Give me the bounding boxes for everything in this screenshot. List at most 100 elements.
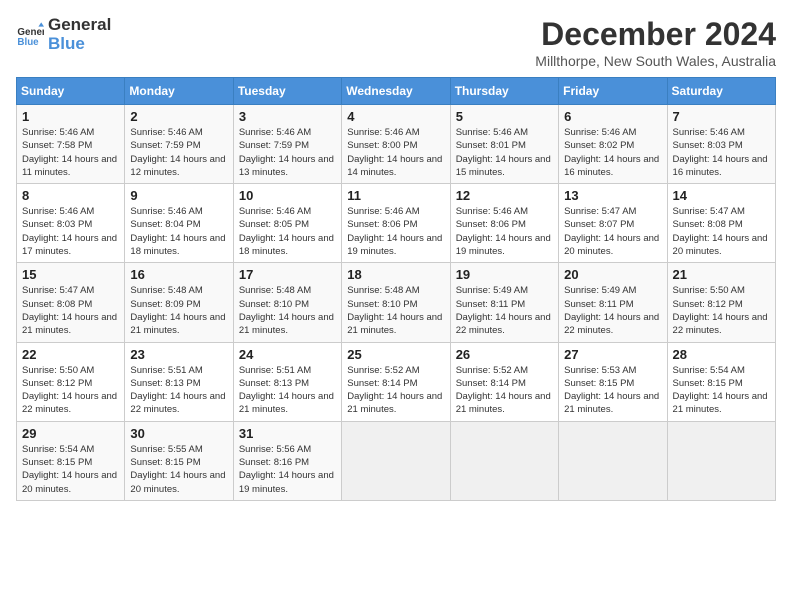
svg-text:Blue: Blue (17, 36, 39, 47)
calendar-cell: 11 Sunrise: 5:46 AM Sunset: 8:06 PM Dayl… (342, 184, 450, 263)
day-number: 30 (130, 426, 227, 441)
calendar-cell (450, 421, 558, 500)
header-cell-sunday: Sunday (17, 78, 125, 105)
calendar-cell: 3 Sunrise: 5:46 AM Sunset: 7:59 PM Dayli… (233, 105, 341, 184)
day-number: 9 (130, 188, 227, 203)
day-detail: Sunrise: 5:52 AM Sunset: 8:14 PM Dayligh… (347, 364, 444, 417)
logo-text-block: General Blue (48, 16, 111, 53)
header-cell-friday: Friday (559, 78, 667, 105)
logo-general: General (48, 16, 111, 35)
day-detail: Sunrise: 5:56 AM Sunset: 8:16 PM Dayligh… (239, 443, 336, 496)
day-detail: Sunrise: 5:47 AM Sunset: 8:08 PM Dayligh… (22, 284, 119, 337)
day-detail: Sunrise: 5:46 AM Sunset: 8:02 PM Dayligh… (564, 126, 661, 179)
calendar-cell (342, 421, 450, 500)
month-title: December 2024 (535, 16, 776, 53)
calendar-cell: 21 Sunrise: 5:50 AM Sunset: 8:12 PM Dayl… (667, 263, 775, 342)
day-number: 11 (347, 188, 444, 203)
logo: General Blue General Blue (16, 16, 111, 53)
calendar-cell: 26 Sunrise: 5:52 AM Sunset: 8:14 PM Dayl… (450, 342, 558, 421)
day-number: 14 (673, 188, 770, 203)
day-number: 3 (239, 109, 336, 124)
day-detail: Sunrise: 5:53 AM Sunset: 8:15 PM Dayligh… (564, 364, 661, 417)
page-header: General Blue General Blue December 2024 … (16, 16, 776, 69)
day-number: 1 (22, 109, 119, 124)
calendar-cell: 24 Sunrise: 5:51 AM Sunset: 8:13 PM Dayl… (233, 342, 341, 421)
calendar-table: SundayMondayTuesdayWednesdayThursdayFrid… (16, 77, 776, 501)
day-number: 7 (673, 109, 770, 124)
calendar-cell: 23 Sunrise: 5:51 AM Sunset: 8:13 PM Dayl… (125, 342, 233, 421)
day-number: 19 (456, 267, 553, 282)
day-detail: Sunrise: 5:49 AM Sunset: 8:11 PM Dayligh… (564, 284, 661, 337)
day-number: 20 (564, 267, 661, 282)
day-number: 25 (347, 347, 444, 362)
calendar-cell: 8 Sunrise: 5:46 AM Sunset: 8:03 PM Dayli… (17, 184, 125, 263)
header-row: SundayMondayTuesdayWednesdayThursdayFrid… (17, 78, 776, 105)
calendar-cell: 17 Sunrise: 5:48 AM Sunset: 8:10 PM Dayl… (233, 263, 341, 342)
day-detail: Sunrise: 5:50 AM Sunset: 8:12 PM Dayligh… (673, 284, 770, 337)
day-detail: Sunrise: 5:55 AM Sunset: 8:15 PM Dayligh… (130, 443, 227, 496)
day-number: 13 (564, 188, 661, 203)
day-number: 15 (22, 267, 119, 282)
calendar-cell: 19 Sunrise: 5:49 AM Sunset: 8:11 PM Dayl… (450, 263, 558, 342)
day-number: 27 (564, 347, 661, 362)
calendar-cell: 4 Sunrise: 5:46 AM Sunset: 8:00 PM Dayli… (342, 105, 450, 184)
calendar-cell: 14 Sunrise: 5:47 AM Sunset: 8:08 PM Dayl… (667, 184, 775, 263)
calendar-cell: 16 Sunrise: 5:48 AM Sunset: 8:09 PM Dayl… (125, 263, 233, 342)
day-detail: Sunrise: 5:46 AM Sunset: 8:04 PM Dayligh… (130, 205, 227, 258)
day-detail: Sunrise: 5:46 AM Sunset: 8:03 PM Dayligh… (22, 205, 119, 258)
day-detail: Sunrise: 5:46 AM Sunset: 7:59 PM Dayligh… (130, 126, 227, 179)
calendar-cell: 1 Sunrise: 5:46 AM Sunset: 7:58 PM Dayli… (17, 105, 125, 184)
day-detail: Sunrise: 5:46 AM Sunset: 8:05 PM Dayligh… (239, 205, 336, 258)
calendar-cell: 10 Sunrise: 5:46 AM Sunset: 8:05 PM Dayl… (233, 184, 341, 263)
calendar-week-1: 1 Sunrise: 5:46 AM Sunset: 7:58 PM Dayli… (17, 105, 776, 184)
calendar-cell: 30 Sunrise: 5:55 AM Sunset: 8:15 PM Dayl… (125, 421, 233, 500)
day-number: 2 (130, 109, 227, 124)
day-number: 10 (239, 188, 336, 203)
day-number: 17 (239, 267, 336, 282)
header-cell-thursday: Thursday (450, 78, 558, 105)
day-detail: Sunrise: 5:47 AM Sunset: 8:08 PM Dayligh… (673, 205, 770, 258)
calendar-cell: 31 Sunrise: 5:56 AM Sunset: 8:16 PM Dayl… (233, 421, 341, 500)
calendar-cell: 15 Sunrise: 5:47 AM Sunset: 8:08 PM Dayl… (17, 263, 125, 342)
day-detail: Sunrise: 5:51 AM Sunset: 8:13 PM Dayligh… (239, 364, 336, 417)
header-cell-tuesday: Tuesday (233, 78, 341, 105)
calendar-cell: 6 Sunrise: 5:46 AM Sunset: 8:02 PM Dayli… (559, 105, 667, 184)
header-cell-saturday: Saturday (667, 78, 775, 105)
day-number: 31 (239, 426, 336, 441)
day-detail: Sunrise: 5:48 AM Sunset: 8:10 PM Dayligh… (347, 284, 444, 337)
title-area: December 2024 Millthorpe, New South Wale… (535, 16, 776, 69)
day-number: 16 (130, 267, 227, 282)
day-detail: Sunrise: 5:54 AM Sunset: 8:15 PM Dayligh… (22, 443, 119, 496)
day-detail: Sunrise: 5:46 AM Sunset: 8:00 PM Dayligh… (347, 126, 444, 179)
calendar-cell: 29 Sunrise: 5:54 AM Sunset: 8:15 PM Dayl… (17, 421, 125, 500)
day-number: 26 (456, 347, 553, 362)
calendar-cell: 9 Sunrise: 5:46 AM Sunset: 8:04 PM Dayli… (125, 184, 233, 263)
day-detail: Sunrise: 5:51 AM Sunset: 8:13 PM Dayligh… (130, 364, 227, 417)
calendar-cell: 25 Sunrise: 5:52 AM Sunset: 8:14 PM Dayl… (342, 342, 450, 421)
day-detail: Sunrise: 5:48 AM Sunset: 8:10 PM Dayligh… (239, 284, 336, 337)
calendar-week-5: 29 Sunrise: 5:54 AM Sunset: 8:15 PM Dayl… (17, 421, 776, 500)
calendar-week-2: 8 Sunrise: 5:46 AM Sunset: 8:03 PM Dayli… (17, 184, 776, 263)
day-number: 5 (456, 109, 553, 124)
calendar-cell: 27 Sunrise: 5:53 AM Sunset: 8:15 PM Dayl… (559, 342, 667, 421)
day-number: 12 (456, 188, 553, 203)
calendar-cell (559, 421, 667, 500)
day-detail: Sunrise: 5:46 AM Sunset: 8:06 PM Dayligh… (347, 205, 444, 258)
calendar-cell: 28 Sunrise: 5:54 AM Sunset: 8:15 PM Dayl… (667, 342, 775, 421)
day-detail: Sunrise: 5:52 AM Sunset: 8:14 PM Dayligh… (456, 364, 553, 417)
day-detail: Sunrise: 5:47 AM Sunset: 8:07 PM Dayligh… (564, 205, 661, 258)
calendar-cell: 12 Sunrise: 5:46 AM Sunset: 8:06 PM Dayl… (450, 184, 558, 263)
day-number: 24 (239, 347, 336, 362)
day-number: 28 (673, 347, 770, 362)
calendar-cell: 18 Sunrise: 5:48 AM Sunset: 8:10 PM Dayl… (342, 263, 450, 342)
day-number: 4 (347, 109, 444, 124)
header-cell-monday: Monday (125, 78, 233, 105)
calendar-week-4: 22 Sunrise: 5:50 AM Sunset: 8:12 PM Dayl… (17, 342, 776, 421)
header-cell-wednesday: Wednesday (342, 78, 450, 105)
day-detail: Sunrise: 5:46 AM Sunset: 8:03 PM Dayligh… (673, 126, 770, 179)
day-detail: Sunrise: 5:48 AM Sunset: 8:09 PM Dayligh… (130, 284, 227, 337)
calendar-cell: 5 Sunrise: 5:46 AM Sunset: 8:01 PM Dayli… (450, 105, 558, 184)
day-detail: Sunrise: 5:46 AM Sunset: 7:59 PM Dayligh… (239, 126, 336, 179)
day-detail: Sunrise: 5:46 AM Sunset: 8:01 PM Dayligh… (456, 126, 553, 179)
location-title: Millthorpe, New South Wales, Australia (535, 53, 776, 69)
